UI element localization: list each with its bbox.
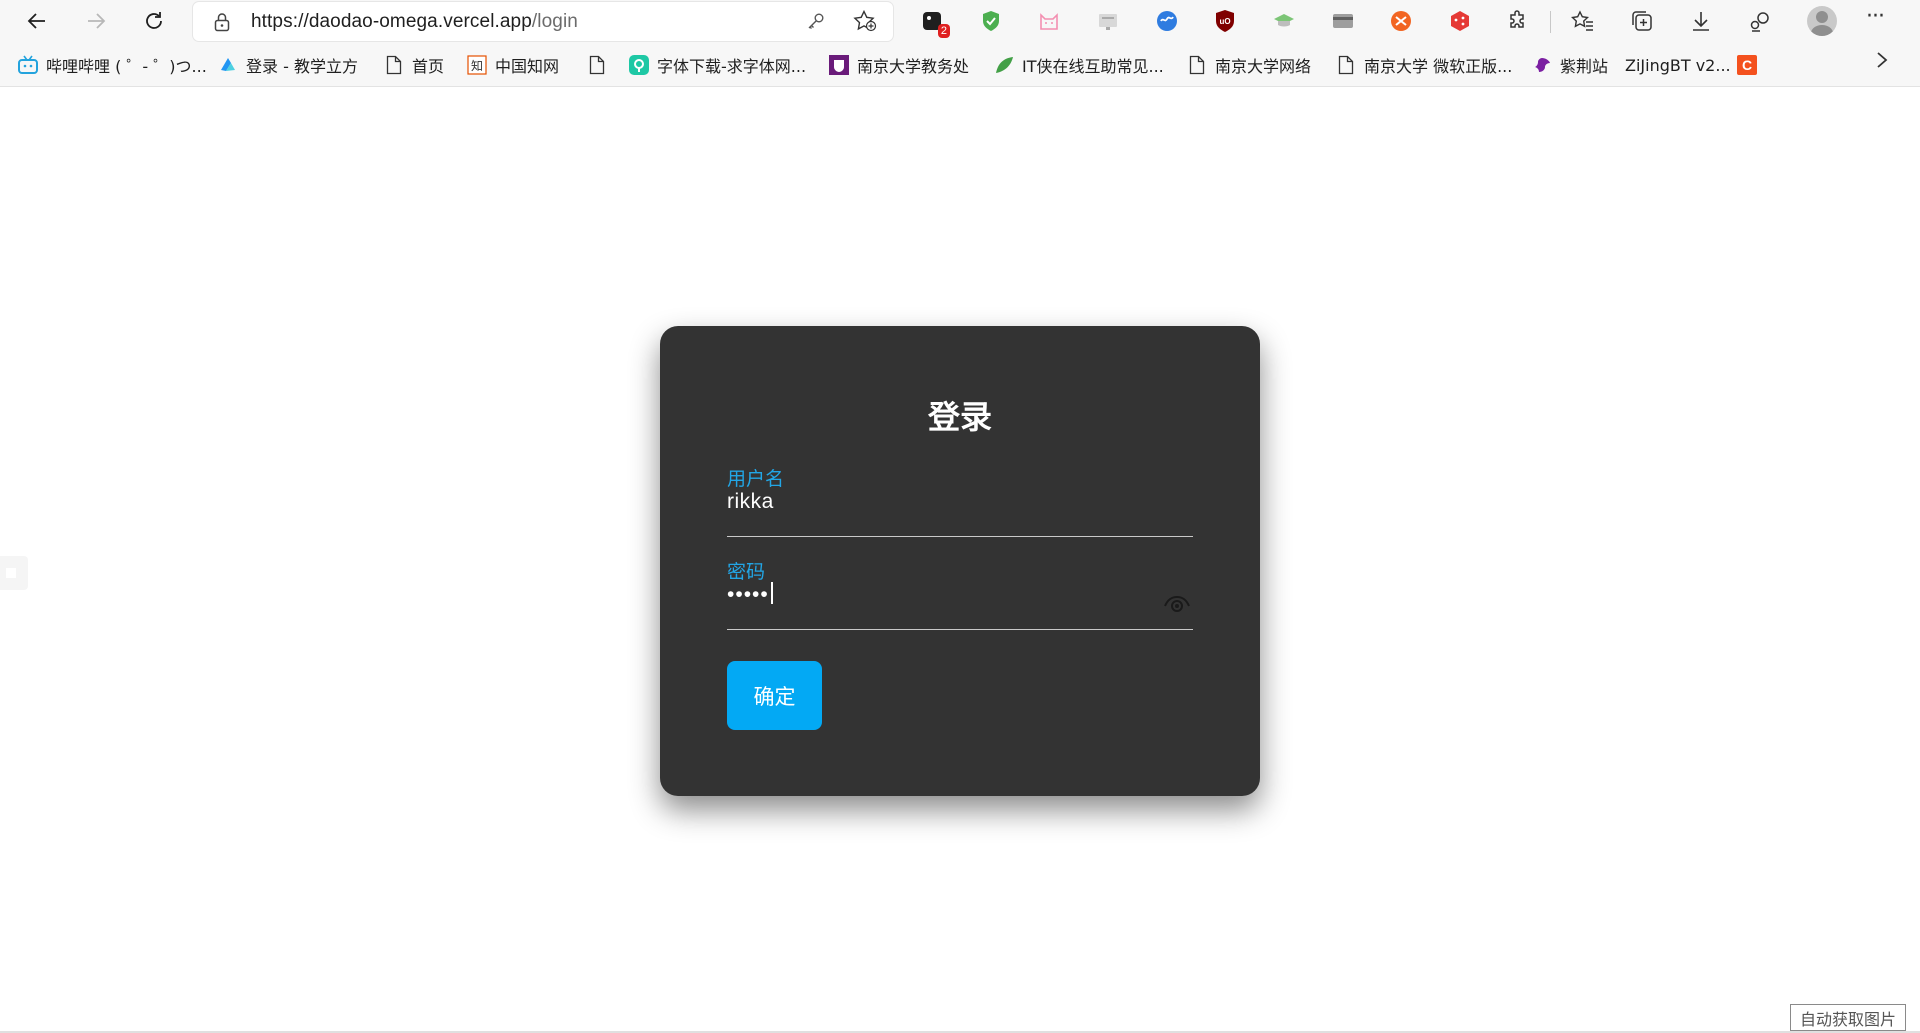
key-icon[interactable]	[806, 11, 826, 31]
arrow-right-icon	[88, 13, 106, 29]
orange-extension-icon[interactable]	[1386, 6, 1416, 36]
password-mask: •••••	[727, 583, 769, 606]
puzzle-extensions-icon[interactable]	[1503, 6, 1533, 36]
notification-badge: 2	[937, 24, 950, 38]
username-underline	[727, 536, 1193, 537]
username-label: 用户名	[727, 468, 785, 490]
c-icon: C	[1737, 55, 1757, 75]
bookmark-label: 登录 - 教学立方	[246, 57, 358, 76]
extension-notes-icon[interactable]: 2	[918, 6, 950, 38]
address-bar[interactable]: https://daodao-omega.vercel.app/login	[193, 2, 893, 41]
reload-button[interactable]	[136, 4, 172, 38]
cat-extension-icon[interactable]	[1034, 6, 1064, 36]
reader-extension-icon[interactable]	[1093, 6, 1123, 36]
bookmark-label: 中国知网	[495, 57, 560, 76]
confirm-button[interactable]: 确定	[727, 661, 822, 730]
text-caret	[770, 582, 773, 604]
login-card: 登录 用户名 rikka 密码 ••••• 确定	[660, 326, 1260, 796]
performance-icon[interactable]	[1745, 6, 1775, 36]
dice-extension-icon[interactable]	[1445, 6, 1475, 36]
username-input[interactable]: rikka	[727, 489, 774, 515]
show-password-eye-icon[interactable]	[1163, 594, 1191, 614]
bookmark-c[interactable]: C	[1737, 52, 1765, 78]
password-field[interactable]: 密码 •••••	[727, 560, 1193, 630]
bookmarks-overflow-chevron-icon[interactable]	[1874, 50, 1890, 76]
bookmark-untitled[interactable]	[587, 52, 615, 78]
nju-icon	[829, 55, 849, 75]
teaching-cube-icon	[218, 55, 238, 75]
forward-button[interactable]	[78, 4, 114, 38]
side-drawer-tab[interactable]	[0, 556, 28, 590]
downloads-icon[interactable]	[1686, 6, 1716, 36]
login-title: 登录	[927, 398, 992, 436]
itxia-icon	[994, 55, 1014, 75]
shield-extension-icon[interactable]	[976, 6, 1006, 36]
toolbar-separator	[1550, 11, 1551, 33]
bookmark-qiuziti[interactable]: 字体下载-求字体网...	[629, 52, 806, 78]
bilibili-icon	[18, 55, 38, 75]
password-input[interactable]: •••••	[727, 582, 773, 608]
bookmark-label: 南京大学网络	[1215, 57, 1312, 76]
svg-text:C: C	[1742, 57, 1752, 73]
favorites-icon[interactable]	[1568, 6, 1598, 36]
zijing-icon	[1532, 55, 1552, 75]
bookmark-zijingbt[interactable]: ZiJingBT v2...	[1625, 52, 1731, 78]
bookmark-cnki[interactable]: 知 中国知网	[467, 52, 559, 78]
page-icon	[384, 55, 404, 75]
profile-avatar[interactable]	[1807, 6, 1837, 36]
qiuziti-icon	[629, 55, 649, 75]
bookmark-homepage[interactable]: 首页	[384, 52, 444, 78]
url-text[interactable]: https://daodao-omega.vercel.app/login	[251, 11, 578, 33]
auto-fetch-image-button[interactable]: 自动获取图片	[1790, 1004, 1906, 1031]
cnki-icon: 知	[467, 55, 487, 75]
bookmark-label: 字体下载-求字体网...	[657, 57, 807, 76]
bookmark-label: 南京大学教务处	[857, 57, 970, 76]
bookmark-label: 哔哩哔哩 ( ゜- ゜)つ...	[46, 57, 207, 76]
ublock-origin-icon[interactable]: uO	[1210, 6, 1240, 36]
bookmark-label: 紫荆站	[1560, 57, 1609, 76]
more-menu-icon[interactable]: ···	[1866, 4, 1885, 29]
bookmark-nju-network[interactable]: 南京大学网络	[1187, 52, 1311, 78]
bookmark-nju-microsoft[interactable]: 南京大学 微软正版...	[1336, 52, 1512, 78]
bookmark-label: ZiJingBT v2...	[1625, 55, 1731, 75]
arrow-left-icon	[27, 13, 45, 29]
reload-icon	[146, 12, 162, 29]
bookmark-label: 南京大学 微软正版...	[1364, 57, 1513, 76]
card-extension-icon[interactable]	[1328, 6, 1358, 36]
back-button[interactable]	[19, 4, 55, 38]
bookmark-itxia[interactable]: IT侠在线互助常见...	[994, 52, 1164, 78]
password-underline	[727, 629, 1193, 630]
collections-icon[interactable]	[1627, 6, 1657, 36]
bookmark-nju-academic[interactable]: 南京大学教务处	[829, 52, 969, 78]
bookmark-label: 首页	[412, 57, 445, 76]
bookmark-zijing[interactable]: 紫荆站	[1532, 52, 1608, 78]
username-field[interactable]: 用户名 rikka	[727, 467, 1193, 537]
page-icon	[587, 55, 607, 75]
page-icon	[1336, 55, 1356, 75]
password-label: 密码	[727, 561, 766, 583]
bookmark-teaching-cube[interactable]: 登录 - 教学立方	[218, 52, 358, 78]
bookmark-bilibili[interactable]: 哔哩哔哩 ( ゜- ゜)つ...	[18, 52, 207, 78]
page-icon	[1187, 55, 1207, 75]
bookmark-label: IT侠在线互助常见...	[1022, 57, 1164, 76]
translate-extension-icon[interactable]	[1152, 6, 1182, 36]
lock-icon[interactable]	[213, 12, 231, 32]
svg-text:知: 知	[471, 59, 483, 73]
svg-text:uO: uO	[1219, 17, 1230, 26]
add-favorite-icon[interactable]	[853, 10, 877, 32]
browser-toolbar: https://daodao-omega.vercel.app/login 2 …	[0, 0, 1920, 43]
graduation-cap-icon[interactable]	[1269, 6, 1299, 36]
